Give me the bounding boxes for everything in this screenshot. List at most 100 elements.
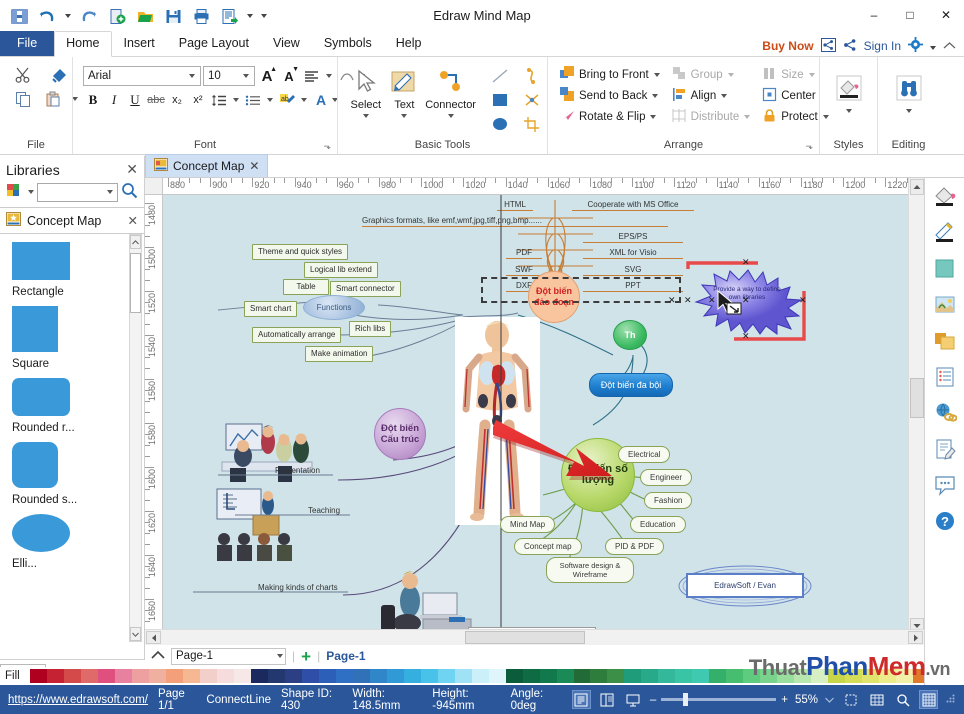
- fill-color-swatch[interactable]: [80, 669, 98, 683]
- picture-tool-icon[interactable]: [930, 290, 960, 320]
- bullets-caret[interactable]: [267, 98, 273, 102]
- editing-button[interactable]: [886, 70, 932, 113]
- shrink-font-icon[interactable]: A ▼: [279, 66, 299, 86]
- fill-color-swatch[interactable]: [845, 669, 863, 683]
- align-button[interactable]: Align: [670, 86, 755, 106]
- fill-color-swatch[interactable]: [165, 669, 183, 683]
- close-button[interactable]: ✕: [928, 0, 964, 30]
- fill-color-swatch[interactable]: [675, 669, 693, 683]
- line-spacing-icon[interactable]: [209, 90, 229, 110]
- library-shape-rounded-square[interactable]: Rounded s...: [0, 434, 144, 506]
- node-pid-pdf[interactable]: PID & PDF: [605, 538, 665, 555]
- presentation-view-icon[interactable]: [624, 690, 643, 709]
- fill-color-swatch[interactable]: [369, 669, 387, 683]
- horizontal-ruler[interactable]: 880 900 920 940 960 980 1000 1020 1040 1060 1080 11…: [163, 178, 913, 195]
- select-tool-button[interactable]: Select: [348, 63, 384, 118]
- resize-grip[interactable]: [945, 693, 956, 707]
- full-page-view-icon[interactable]: [571, 690, 591, 709]
- library-scrollbar[interactable]: [129, 234, 142, 642]
- selected-shape-group[interactable]: Provide a way to define own libraries ✕ …: [684, 258, 807, 341]
- font-color-icon[interactable]: A: [311, 90, 331, 110]
- document-tab-close-icon[interactable]: ✕: [249, 159, 259, 173]
- edrawsoft-logo-block[interactable]: EdrawSoft / Evan: [678, 565, 813, 607]
- customize-qat-caret[interactable]: [258, 3, 270, 29]
- selection-handle-top[interactable]: ✕: [742, 258, 750, 267]
- fill-color-swatch[interactable]: [811, 669, 829, 683]
- selection-handle-bottom[interactable]: ✕: [742, 332, 750, 341]
- print-icon[interactable]: [188, 3, 214, 29]
- group-button[interactable]: Group: [670, 65, 755, 85]
- fill-color-swatch[interactable]: [250, 669, 268, 683]
- node-svg[interactable]: SVG: [583, 265, 683, 276]
- node-rich-libs[interactable]: Rich libs: [349, 321, 392, 337]
- line-tool-icon[interactable]: [489, 65, 511, 87]
- maximize-button[interactable]: □: [892, 0, 928, 30]
- fill-color-swatch[interactable]: [148, 669, 166, 683]
- fill-color-swatch[interactable]: [454, 669, 472, 683]
- node-eps-ps[interactable]: EPS/PS: [583, 232, 683, 243]
- library-picker-icon[interactable]: [6, 182, 25, 202]
- fill-color-swatch[interactable]: [743, 669, 761, 683]
- share-icon[interactable]: [843, 38, 857, 55]
- tab-file[interactable]: File: [0, 31, 55, 56]
- node-swf[interactable]: SWF: [506, 265, 542, 276]
- distribute-button[interactable]: Distribute: [670, 107, 755, 127]
- buy-now-button[interactable]: Buy Now: [762, 39, 813, 53]
- node-logical-lib-extend[interactable]: Logical lib extend: [304, 262, 378, 278]
- current-page-tab[interactable]: Page-1: [326, 649, 365, 663]
- node-software-design-wireframe[interactable]: Software design & Wireframe: [546, 557, 634, 583]
- node-smart-chart[interactable]: Smart chart: [244, 301, 298, 317]
- fill-color-swatch[interactable]: [709, 669, 727, 683]
- sign-in-button[interactable]: Sign In: [864, 39, 901, 53]
- dashed-selection-rect[interactable]: [481, 277, 681, 303]
- node-html[interactable]: HTML: [497, 200, 533, 211]
- highlight-icon[interactable]: ab: [277, 90, 297, 110]
- fill-color-swatch[interactable]: [522, 669, 540, 683]
- tab-help[interactable]: Help: [384, 32, 434, 56]
- fill-color-swatch[interactable]: [539, 669, 557, 683]
- fill-color-swatch[interactable]: [46, 669, 64, 683]
- two-page-view-icon[interactable]: [598, 690, 617, 709]
- fill-color-swatch[interactable]: [233, 669, 251, 683]
- zoom-slider-track[interactable]: [661, 693, 777, 706]
- node-functions[interactable]: Functions: [303, 295, 365, 320]
- gear-icon[interactable]: [908, 37, 923, 55]
- library-picker-caret[interactable]: [28, 190, 34, 194]
- fill-tool-icon[interactable]: [930, 182, 960, 212]
- library-shape-rounded-rectangle[interactable]: Rounded r...: [0, 370, 144, 434]
- hyperlink-tool-icon[interactable]: [930, 398, 960, 428]
- fill-color-swatch[interactable]: [182, 669, 200, 683]
- canvas-vscroll-thumb[interactable]: [910, 378, 924, 418]
- canvas-scroll-right-arrow[interactable]: [908, 631, 923, 644]
- node-edrawsoft-evan[interactable]: EdrawSoft / Evan: [686, 573, 804, 598]
- fill-color-swatch[interactable]: [301, 669, 319, 683]
- fill-color-swatch[interactable]: [386, 669, 404, 683]
- library-search-input[interactable]: [37, 182, 118, 202]
- document-tab-concept-map[interactable]: Concept Map ✕: [145, 154, 269, 177]
- zoom-dropdown-caret[interactable]: [825, 694, 834, 706]
- node-graphics-formats[interactable]: Graphics formats, like emf,wmf,jpg,tiff,…: [362, 216, 668, 227]
- drawing-page[interactable]: HTML Cooperate with MS Office Graphics f…: [163, 195, 913, 635]
- library-scroll-thumb[interactable]: [130, 253, 141, 313]
- page-nav-collapse-icon[interactable]: [151, 649, 165, 663]
- share-box-icon[interactable]: [820, 37, 836, 55]
- fill-color-swatch[interactable]: [573, 669, 591, 683]
- fill-color-swatch[interactable]: [335, 669, 353, 683]
- node-th[interactable]: Th: [613, 320, 647, 350]
- fill-color-swatch[interactable]: [97, 669, 115, 683]
- highlight-caret[interactable]: [301, 98, 307, 102]
- tab-insert[interactable]: Insert: [112, 32, 167, 56]
- send-to-back-button[interactable]: Send to Back: [558, 86, 664, 106]
- page-selector-combo[interactable]: Page-1: [171, 647, 286, 665]
- fill-color-swatch[interactable]: [437, 669, 455, 683]
- node-automatically-arrange[interactable]: Automatically arrange: [252, 327, 342, 343]
- canvas-hscroll-thumb[interactable]: [465, 631, 585, 644]
- font-size-combo[interactable]: 10: [203, 66, 255, 86]
- connector-tool-button[interactable]: Connector: [425, 63, 476, 118]
- styles-button[interactable]: [826, 70, 872, 113]
- tab-view[interactable]: View: [261, 32, 312, 56]
- library-shape-rectangle[interactable]: Rectangle: [0, 234, 144, 298]
- connector-tool-caret[interactable]: [447, 114, 454, 118]
- shadow-tool-icon[interactable]: [930, 254, 960, 284]
- redo-icon[interactable]: [76, 3, 102, 29]
